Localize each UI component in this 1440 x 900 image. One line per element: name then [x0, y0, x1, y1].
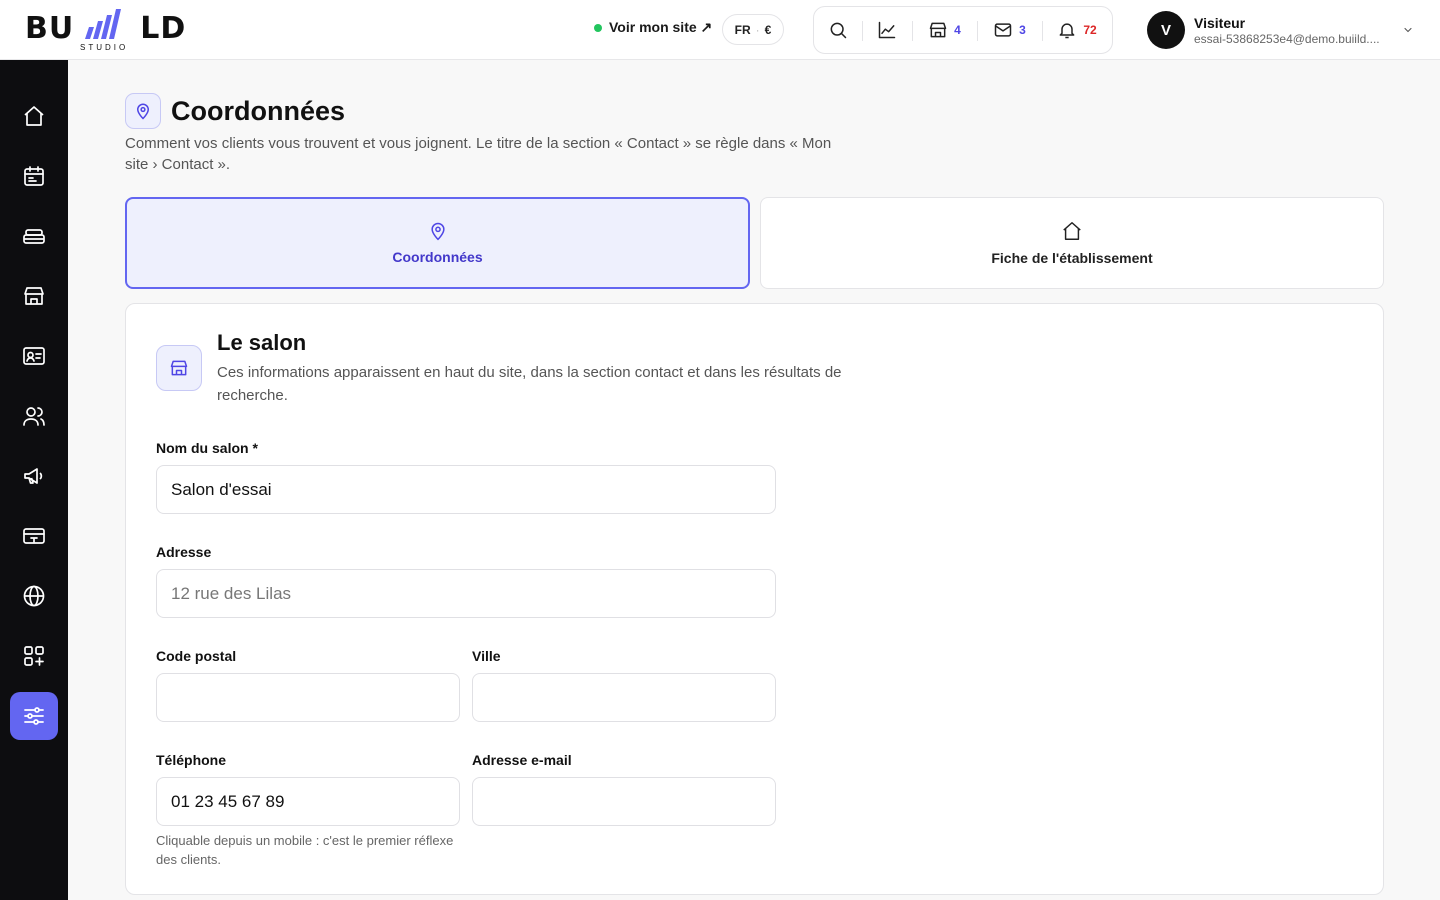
locale-currency: €	[764, 22, 772, 37]
city-input[interactable]	[472, 673, 776, 722]
view-site-link[interactable]: Voir mon site ↗	[594, 19, 712, 36]
tab-label: Fiche de l'établissement	[991, 250, 1153, 266]
avatar: V	[1147, 11, 1185, 49]
chevron-down-icon	[1404, 27, 1412, 33]
location-pin-icon	[430, 222, 445, 241]
card-header-icon	[156, 345, 202, 391]
city-label: Ville	[472, 648, 501, 664]
salon-name-label: Nom du salon *	[156, 440, 258, 456]
stats-button[interactable]	[862, 7, 912, 53]
logo-subtitle: STUDIO	[80, 43, 129, 52]
email-label: Adresse e-mail	[472, 752, 572, 768]
apps-icon	[24, 646, 44, 666]
logo-bars-icon	[85, 9, 121, 39]
sidebar-item-services[interactable]	[10, 212, 58, 260]
email-input[interactable]	[472, 777, 776, 826]
shop-button[interactable]: 4	[912, 7, 977, 53]
card-icon	[23, 528, 45, 544]
location-pin-icon	[136, 103, 150, 120]
user-name: Visiteur	[1194, 14, 1246, 31]
user-menu[interactable]: V Visiteur essai-53868253e4@demo.buiild.…	[1147, 11, 1417, 49]
sidebar-item-apps[interactable]	[10, 632, 58, 680]
messages-button[interactable]: 3	[977, 7, 1042, 53]
page-title: Coordonnées	[171, 96, 346, 126]
view-site-label: Voir mon site ↗	[609, 19, 713, 35]
store-icon	[929, 22, 947, 38]
users-icon	[23, 407, 45, 426]
mail-count-badge: 3	[1019, 23, 1026, 37]
tray-icon	[23, 229, 45, 244]
notifications-button[interactable]: 72	[1042, 7, 1112, 53]
sidebar-item-calendar[interactable]	[10, 152, 58, 200]
home-icon	[24, 106, 44, 126]
locale-separator: ·	[755, 22, 760, 37]
sidebar-item-team[interactable]	[10, 392, 58, 440]
page-title-icon	[125, 93, 161, 129]
store-icon	[170, 360, 188, 376]
tab-coordonnees[interactable]: Coordonnées	[125, 197, 750, 289]
store-icon	[24, 287, 44, 305]
brand-logo[interactable]: BU LD STUDIO	[25, 9, 185, 53]
sidebar-item-settings[interactable]	[10, 692, 58, 740]
sidebar-item-marketing[interactable]	[10, 452, 58, 500]
card-description: Ces informations apparaissent en haut du…	[217, 364, 842, 404]
locale-switcher[interactable]: FR · €	[722, 14, 784, 45]
home-icon	[1063, 222, 1081, 240]
notification-count-badge: 72	[1083, 23, 1097, 37]
tab-fiche-etablissement[interactable]: Fiche de l'établissement	[760, 197, 1384, 289]
contact-card-icon	[23, 347, 45, 365]
salon-name-input[interactable]	[156, 465, 776, 514]
card-title: Le salon	[217, 330, 307, 355]
sidebar-item-home[interactable]	[10, 92, 58, 140]
shop-count-badge: 4	[954, 23, 961, 37]
logo-word-left: BU	[25, 11, 75, 46]
address-label: Adresse	[156, 544, 212, 560]
phone-help-text: Cliquable depuis un mobile : c'est le pr…	[156, 833, 454, 867]
sidebar	[0, 60, 68, 900]
sidebar-item-website[interactable]	[10, 572, 58, 620]
online-status-dot	[594, 23, 602, 32]
search-icon	[830, 22, 847, 39]
phone-input[interactable]	[156, 777, 460, 826]
globe-icon	[23, 585, 45, 607]
user-email: essai-53868253e4@demo.buiild....	[1194, 31, 1380, 46]
header-toolbar: 4 3 72	[813, 6, 1113, 54]
page-description: Comment vos clients vous trouvent et vou…	[125, 135, 832, 173]
address-input[interactable]	[156, 569, 776, 618]
chart-icon	[878, 21, 896, 39]
top-bar: BU LD STUDIO Voir mon site ↗ FR · € 4 3 …	[0, 0, 1440, 60]
mail-icon	[994, 23, 1012, 37]
calendar-icon	[24, 166, 44, 186]
search-button[interactable]	[814, 7, 862, 53]
sidebar-item-shop[interactable]	[10, 272, 58, 320]
sidebar-item-payments[interactable]	[10, 512, 58, 560]
sliders-icon	[24, 707, 44, 725]
logo-word-right: LD	[140, 11, 187, 46]
bell-icon	[1059, 23, 1075, 39]
phone-label: Téléphone	[156, 752, 227, 768]
postal-code-label: Code postal	[156, 648, 237, 664]
salon-info-card: Le salon Ces informations apparaissent e…	[125, 303, 1384, 895]
megaphone-icon	[24, 468, 43, 484]
tab-label: Coordonnées	[392, 249, 483, 265]
sidebar-item-contacts[interactable]	[10, 332, 58, 380]
postal-code-input[interactable]	[156, 673, 460, 722]
locale-lang: FR	[734, 22, 751, 37]
